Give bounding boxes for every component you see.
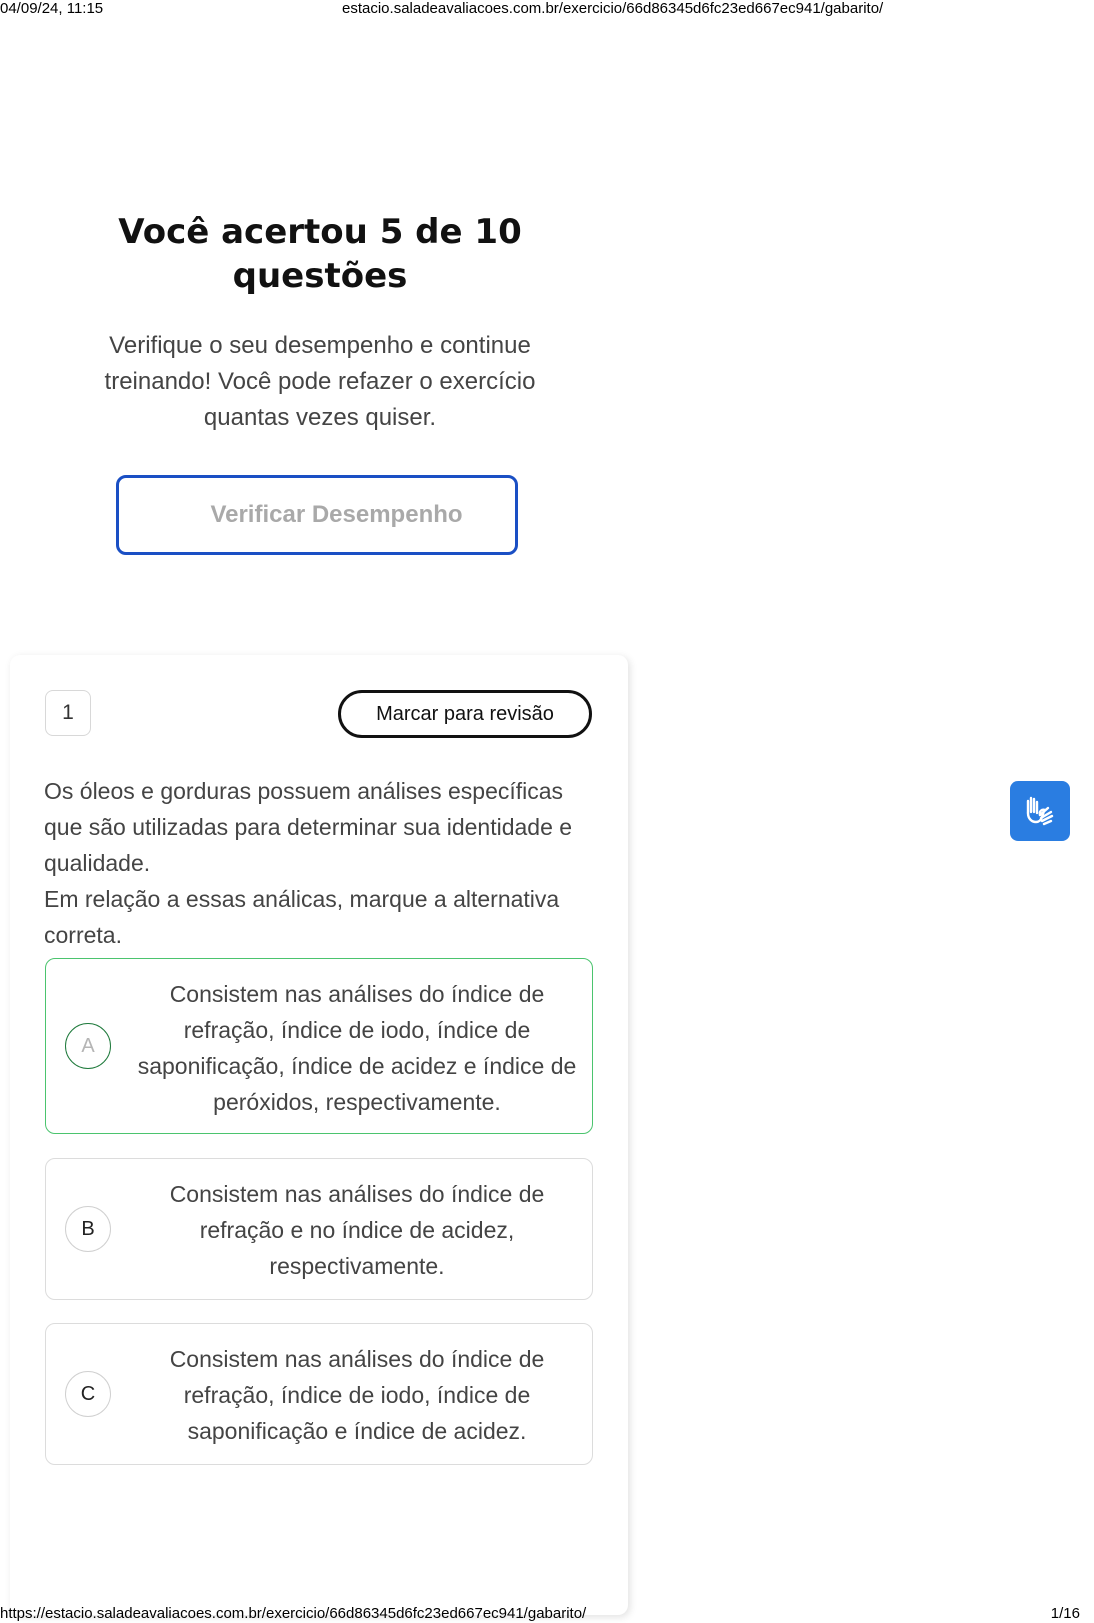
- question-paragraph: Os óleos e gorduras possuem análises esp…: [44, 778, 573, 876]
- result-subtitle: Verifique o seu desempenho e continue tr…: [104, 332, 536, 431]
- verify-performance-button[interactable]: Verificar Desempenho: [116, 475, 518, 555]
- mark-for-review-button[interactable]: Marcar para revisão: [338, 690, 592, 738]
- option-letter: A: [65, 1023, 111, 1069]
- page-number: 1/16: [1050, 1605, 1080, 1622]
- option-b[interactable]: B Consistem nas análises do índice de re…: [45, 1158, 593, 1300]
- question-statement: Os óleos e gorduras possuem análises esp…: [44, 773, 604, 953]
- question-paragraph: Em relação a essas análicas, marque a al…: [44, 886, 560, 948]
- option-text: Consistem nas análises do índice de refr…: [169, 1346, 545, 1444]
- print-url: estacio.saladeavaliacoes.com.br/exercici…: [342, 0, 884, 17]
- sign-language-button[interactable]: [1010, 781, 1070, 841]
- option-letter: B: [65, 1206, 111, 1252]
- option-c[interactable]: C Consistem nas análises do índice de re…: [45, 1323, 593, 1465]
- option-text: Consistem nas análises do índice de refr…: [169, 1181, 545, 1279]
- result-summary: Você acertou 5 de 10 questões Verifique …: [60, 210, 580, 436]
- print-datetime: 04/09/24, 11:15: [0, 0, 104, 17]
- question-card: 1 Marcar para revisão Os óleos e gordura…: [10, 655, 628, 1615]
- footer-url: https://estacio.saladeavaliacoes.com.br/…: [0, 1605, 587, 1622]
- result-title: Você acertou 5 de 10 questões: [118, 212, 522, 296]
- option-letter: C: [65, 1371, 111, 1417]
- option-a[interactable]: A Consistem nas análises do índice de re…: [45, 958, 593, 1134]
- question-number: 1: [45, 690, 91, 736]
- print-footer: https://estacio.saladeavaliacoes.com.br/…: [0, 1605, 1094, 1623]
- print-header: 04/09/24, 11:15 estacio.saladeavaliacoes…: [0, 0, 1094, 18]
- sign-language-hands-icon: [1026, 796, 1054, 826]
- option-text: Consistem nas análises do índice de refr…: [137, 981, 577, 1115]
